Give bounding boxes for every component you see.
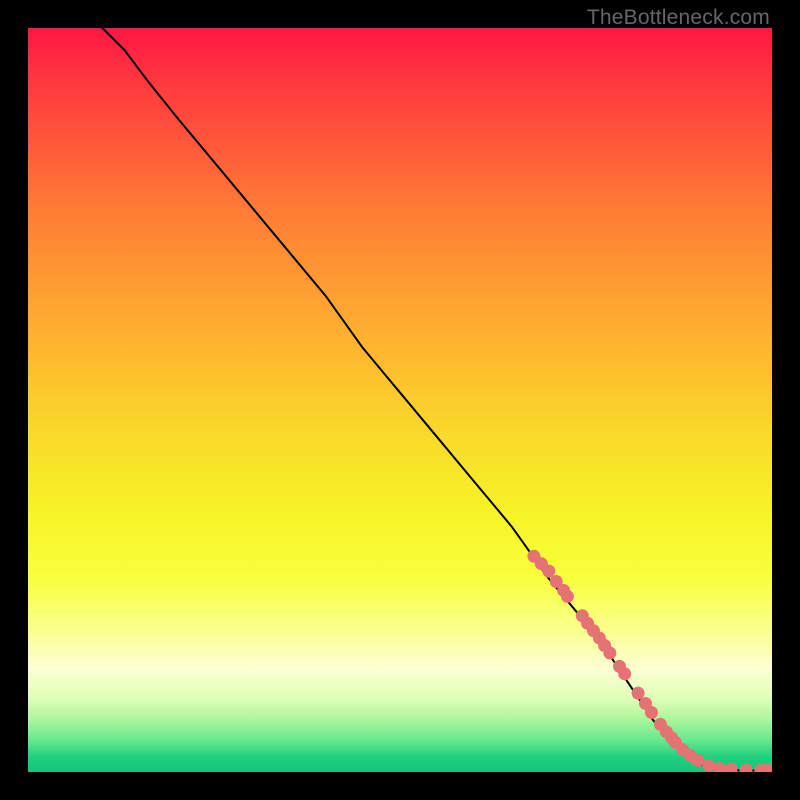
scatter-point	[576, 609, 589, 622]
scatter-markers	[527, 550, 772, 772]
scatter-point	[613, 660, 626, 673]
scatter-point	[676, 743, 689, 756]
curve-path	[102, 28, 772, 771]
scatter-point	[660, 725, 673, 738]
plot-area	[28, 28, 772, 772]
scatter-point	[527, 550, 540, 563]
scatter-point	[754, 763, 767, 772]
scatter-point	[645, 706, 658, 719]
scatter-point	[598, 639, 611, 652]
scatter-point	[702, 759, 715, 772]
scatter-point	[542, 565, 555, 578]
scatter-point	[550, 575, 563, 588]
scatter-point	[593, 632, 606, 645]
scatter-point	[632, 687, 645, 700]
scatter-point	[665, 731, 678, 744]
scatter-point	[739, 763, 752, 772]
scatter-point	[691, 754, 704, 767]
curve-line	[102, 28, 772, 771]
scatter-point	[725, 763, 738, 772]
chart-svg	[28, 28, 772, 772]
scatter-point	[587, 624, 600, 637]
scatter-point	[581, 617, 594, 630]
chart-frame: TheBottleneck.com	[0, 0, 800, 800]
scatter-point	[684, 749, 697, 762]
scatter-point	[603, 646, 616, 659]
watermark-text: TheBottleneck.com	[587, 6, 770, 30]
scatter-point	[557, 584, 570, 597]
scatter-point	[561, 590, 574, 603]
scatter-point	[654, 718, 667, 731]
scatter-point	[713, 762, 726, 772]
scatter-point	[639, 697, 652, 710]
scatter-point	[762, 763, 772, 772]
scatter-point	[618, 667, 631, 680]
scatter-point	[669, 736, 682, 749]
scatter-point	[535, 557, 548, 570]
